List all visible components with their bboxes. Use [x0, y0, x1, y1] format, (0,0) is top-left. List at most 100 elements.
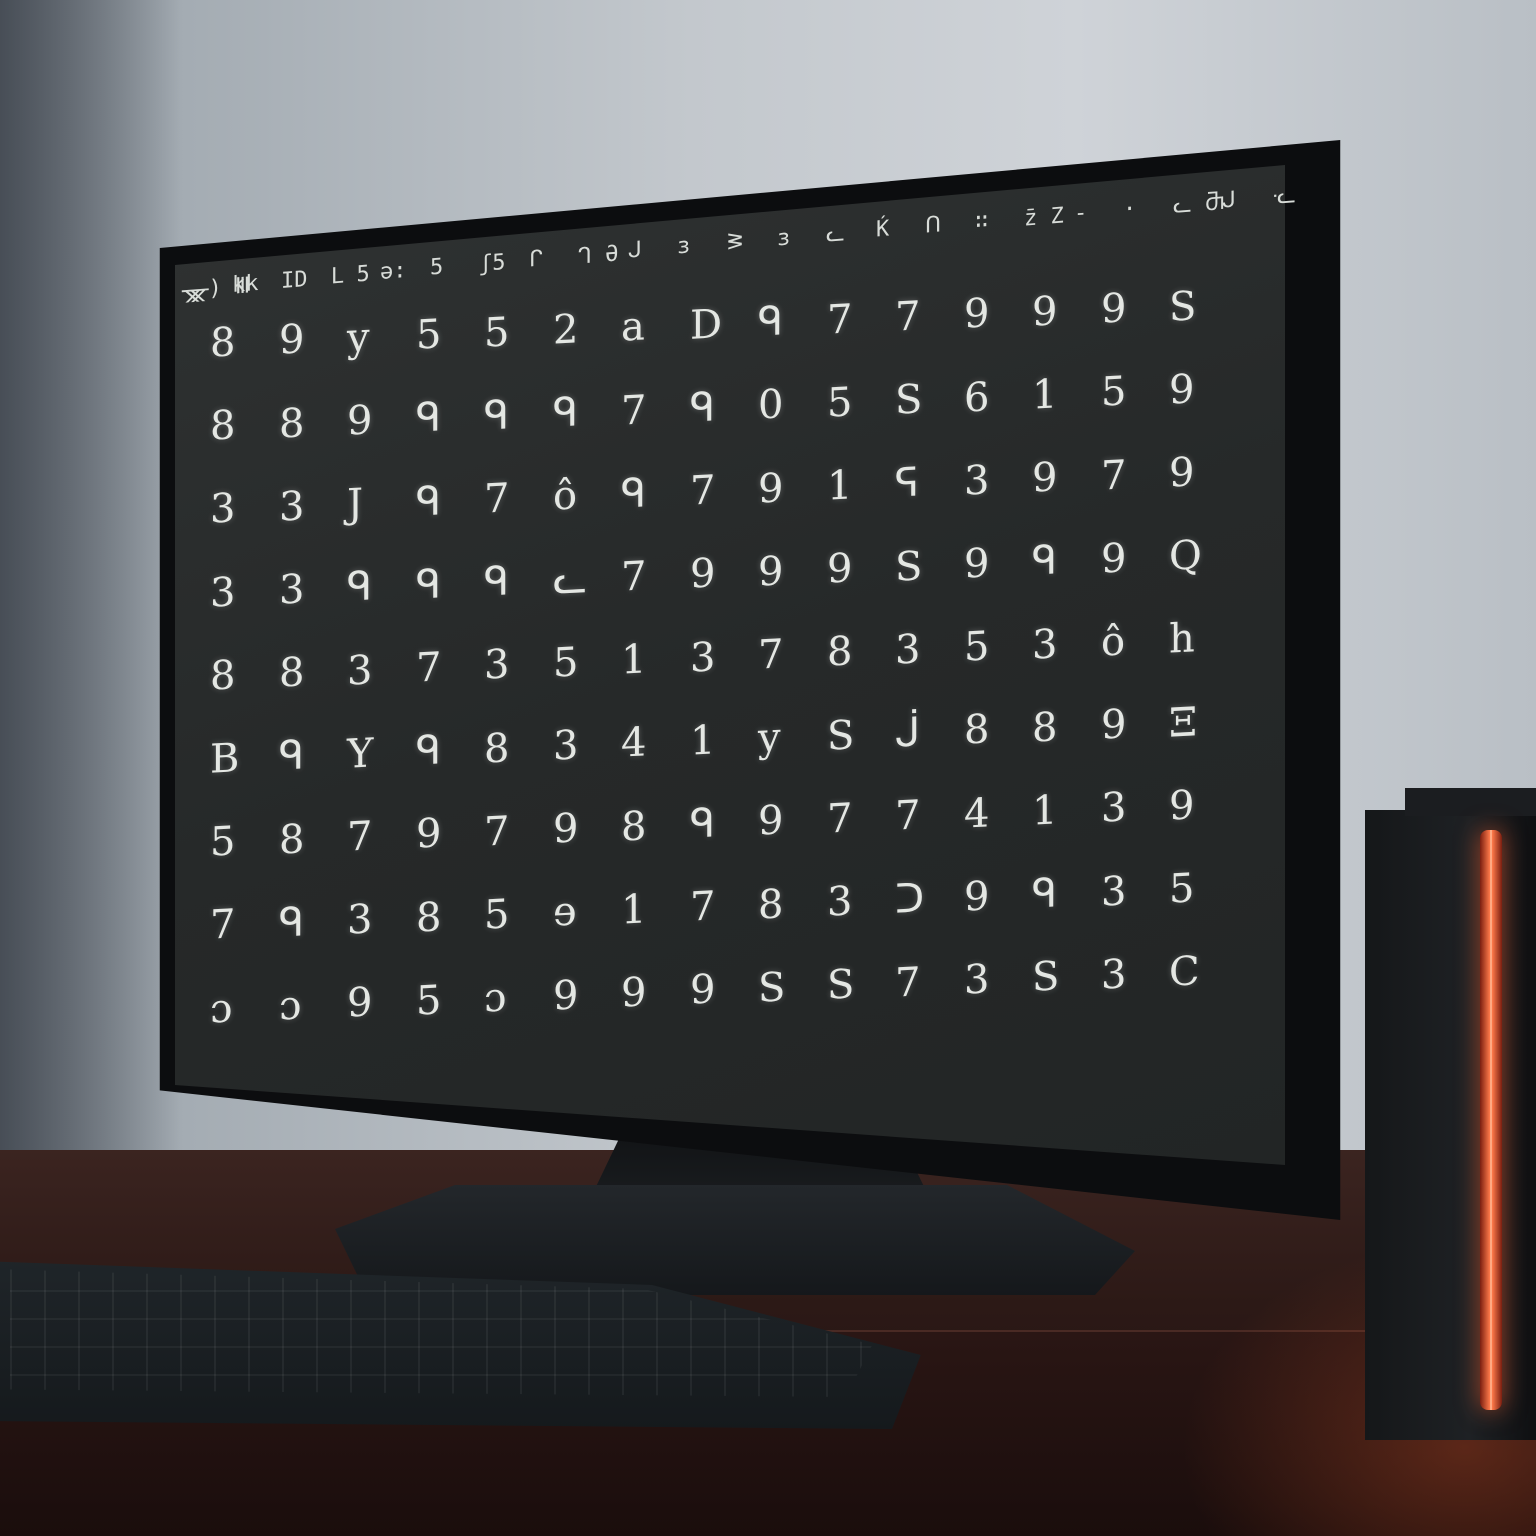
- screen-digit: 3: [1032, 620, 1058, 669]
- screen-digit: ô: [1100, 618, 1125, 666]
- screen-header-item: z̄ Z: [1024, 203, 1065, 232]
- screen-digit: 2: [552, 306, 578, 354]
- screen-digit: ᑫ: [689, 800, 715, 848]
- screen-digit: y: [758, 714, 781, 762]
- screen-header-item: ᓦ: [1272, 183, 1296, 210]
- screen-digit: 9: [758, 548, 784, 596]
- screen-digit: 8: [278, 649, 304, 697]
- screen-digit: 7: [415, 644, 441, 692]
- screen-digit: 8: [758, 880, 784, 929]
- screen-header-item: ID: [281, 266, 308, 294]
- screen-header-item: -: [1073, 200, 1088, 227]
- screen-digit: S: [826, 711, 854, 760]
- screen-digit: 3: [895, 626, 921, 674]
- screen-digit: 9: [552, 805, 578, 853]
- wall-shadow: [0, 0, 180, 1260]
- screen-digit: 7: [484, 475, 510, 523]
- screen-header-item: ɜ: [677, 233, 691, 260]
- screen-digit: 3: [689, 633, 715, 682]
- screen-digit: 9: [758, 464, 784, 513]
- screen-digit: 1: [689, 717, 715, 765]
- screen-digit: ᑫ: [484, 392, 510, 440]
- screen-digit: ᕋ: [895, 459, 920, 508]
- screen-digit: 4: [963, 789, 989, 838]
- screen-digit: 9: [689, 966, 715, 1015]
- screen-digit: 9: [1032, 288, 1058, 336]
- screen-digit: S: [758, 964, 786, 1012]
- screen-header-item: ᒍ: [1222, 187, 1237, 214]
- screen-digit: 8: [210, 402, 236, 450]
- screen-digit: 1: [621, 636, 647, 684]
- screen-digit: 1: [1032, 787, 1058, 835]
- screen-digit: 7: [895, 792, 921, 840]
- screen-header-item: ∷: [974, 208, 988, 235]
- screen-digit: 7: [621, 386, 647, 435]
- screen-digit: 3: [552, 722, 578, 770]
- screen-digit: 7: [1100, 451, 1126, 500]
- screen-digit: 3: [1100, 867, 1126, 916]
- screen-digit: 5: [1169, 865, 1195, 913]
- screen-digit: 9: [347, 979, 373, 1028]
- screen-digit: ɔ: [278, 982, 301, 1030]
- screen-digit: 3: [963, 457, 989, 505]
- screen-digit: 7: [826, 295, 852, 344]
- screen-digit: 9: [963, 290, 989, 339]
- screen-header-item: Ḱ: [875, 216, 889, 243]
- screen-digit: 7: [484, 808, 510, 856]
- screen-digit: 1: [826, 462, 852, 510]
- screen-digit: ᑫ: [552, 389, 578, 437]
- screen-digit: 3: [210, 485, 236, 534]
- screen-digit: 5: [415, 311, 441, 359]
- screen-header-item: ᒋ: [528, 246, 543, 273]
- screen-digit: S: [1032, 953, 1060, 1002]
- screen-digit: 7: [621, 553, 647, 601]
- screen-digit: 7: [826, 795, 852, 843]
- screen-digit: ᒎ: [895, 709, 921, 757]
- screen-digit: 7: [895, 293, 921, 341]
- screen-header-item: ᒍ: [627, 237, 642, 264]
- screen-header-row: ᚘ) Ⅲkk ID ᒪ 5 ə: 5 ʃ5 ᒋ ᒉ Ə ᒍ ɜ ᕒ ɜ ᓚ Ḱ ᑎ ∷ z̄ Z - · ᓚ Ⴋᒍᓦ: [182, 180, 1296, 304]
- screen-digit: 9: [1100, 535, 1126, 583]
- screen-digit: 8: [278, 399, 304, 448]
- screen-digit: 7: [689, 883, 715, 931]
- screen-digit: 9: [1169, 449, 1195, 497]
- screen-digit: Y: [347, 730, 374, 778]
- screen-digit: 9: [1169, 366, 1195, 414]
- screen-digit: S: [826, 961, 854, 1009]
- screen-digit: 8: [963, 706, 989, 755]
- screen-digit: 9: [963, 873, 989, 921]
- screen-digit: 7: [895, 958, 921, 1007]
- screen-digit: 9: [347, 397, 373, 445]
- screen-digit: ᑫ: [621, 470, 647, 518]
- screen-digit: 3: [484, 641, 510, 690]
- screen-digit: ᑫ: [1032, 537, 1058, 586]
- screen-digit: 8: [484, 724, 510, 773]
- screen-digit: 7: [210, 901, 236, 950]
- screen-digit: ᑐ: [895, 875, 925, 924]
- screen-digit: 8: [210, 319, 236, 367]
- screen-digit: 9: [1169, 782, 1195, 830]
- screen-digit: 5: [210, 818, 236, 866]
- screen-digit: 9: [1032, 454, 1058, 502]
- screen-digit: ᑫ: [347, 563, 373, 612]
- screen-digit: Q: [1169, 532, 1202, 581]
- screen-digit: y: [347, 314, 370, 362]
- screen-header-item: kk: [231, 270, 259, 298]
- screen-digit: 8: [1032, 704, 1058, 752]
- screen-digit: 4: [621, 719, 647, 768]
- digit-grid: 89y552aDᑫ77999S889ᑫᑫᑫ7ᑫ05S615933Jᑫ7ôᑫ791…: [180, 283, 1202, 1080]
- screen-digit: 8: [826, 628, 852, 677]
- screen-digit: 1: [1032, 371, 1058, 419]
- screen-digit: 3: [278, 483, 304, 531]
- screen-digit: S: [895, 542, 923, 591]
- screen-digit: 8: [621, 802, 647, 851]
- screen-digit: 9: [826, 545, 852, 593]
- screen-header-item: ᒪ 5: [330, 261, 370, 290]
- screen-digit: 0: [758, 381, 784, 430]
- screen-digit: 8: [210, 652, 236, 700]
- screen-header-item: ᑎ: [925, 212, 942, 239]
- screen-digit: 9: [1100, 285, 1126, 333]
- screen-digit: 9: [621, 969, 647, 1017]
- screen-header-item: ᓚ Ⴋ: [1172, 190, 1225, 220]
- screen-digit: 5: [552, 639, 578, 687]
